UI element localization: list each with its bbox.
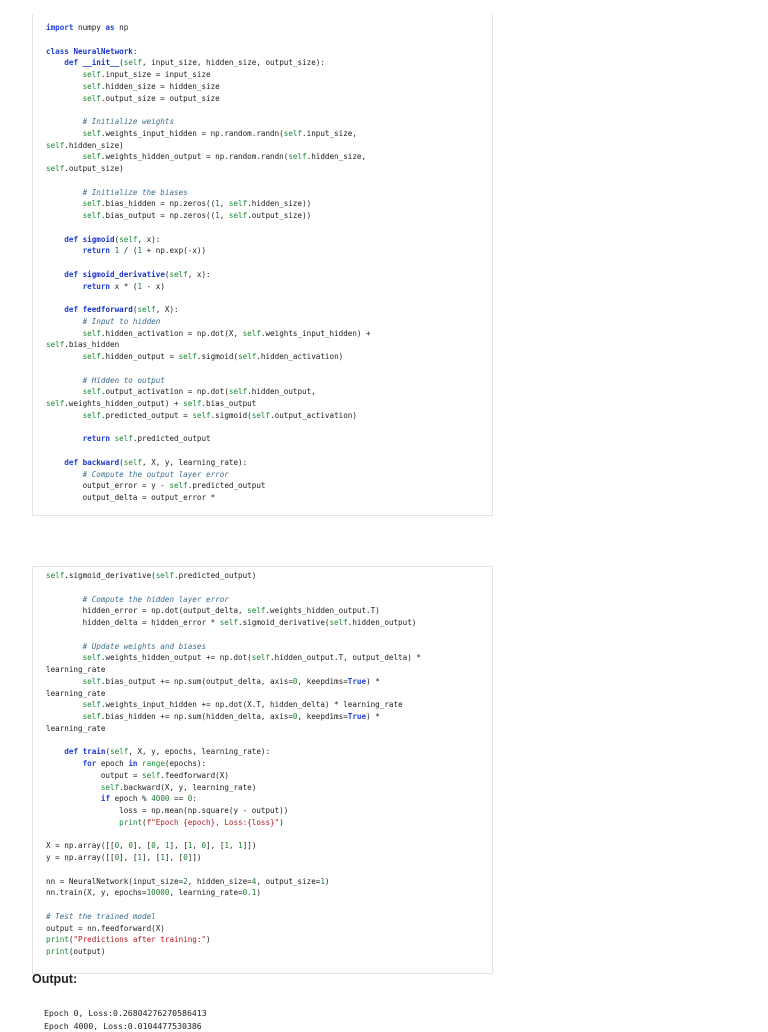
code-line: def backward(self, X, y, learning_rate): (46, 457, 488, 469)
code-line: # Hidden to output (46, 375, 488, 387)
code-line: ​ (46, 175, 488, 187)
code-line: # Test the trained model (46, 911, 488, 923)
code-line: ​ (46, 864, 488, 876)
code-line: self.input_size = input_size (46, 69, 488, 81)
code-line: nn.train(X, y, epochs=10000, learning_ra… (46, 887, 488, 899)
code-line: hidden_delta = hidden_error * self.sigmo… (46, 617, 488, 629)
code-line: self.output_size = output_size (46, 93, 488, 105)
code-line: self.hidden_output = self.sigmoid(self.h… (46, 351, 488, 363)
code-line: self.output_activation = np.dot(self.hid… (46, 386, 488, 398)
code-line: # Input to hidden (46, 316, 488, 328)
code-block-part-1: import numpy as np​class NeuralNetwork: … (32, 14, 493, 516)
code-line: ​ (46, 629, 488, 641)
code-line: output_delta = output_error * (46, 492, 488, 504)
code-line: self.hidden_size) (46, 140, 488, 152)
code-line: ​ (46, 34, 488, 46)
code-line: self.weights_hidden_output = np.random.r… (46, 151, 488, 163)
code-line: import numpy as np (46, 22, 488, 34)
code-line: hidden_error = np.dot(output_delta, self… (46, 605, 488, 617)
code-line: X = np.array([[0, 0], [0, 1], [1, 0], [1… (46, 840, 488, 852)
code-line: self.weights_hidden_output) + self.bias_… (46, 398, 488, 410)
program-output: Epoch 0, Loss:0.26804276270586413Epoch 4… (44, 1007, 207, 1032)
code-line: ​ (46, 222, 488, 234)
code-line: ​ (46, 363, 488, 375)
output-line: Epoch 0, Loss:0.26804276270586413 (44, 1007, 207, 1020)
code-line: y = np.array([[0], [1], [1], [0]]) (46, 852, 488, 864)
code-line: self.output_size) (46, 163, 488, 175)
code-line: learning_rate (46, 723, 488, 735)
code-line: self.hidden_size = hidden_size (46, 81, 488, 93)
code-line: ​ (46, 292, 488, 304)
code-line: ​ (46, 445, 488, 457)
code-line: return 1 / (1 + np.exp(-x)) (46, 245, 488, 257)
code-line: ​ (46, 829, 488, 841)
code-line: self.weights_input_hidden += np.dot(X.T,… (46, 699, 488, 711)
code-line: if epoch % 4000 == 0: (46, 793, 488, 805)
code-line: self.backward(X, y, learning_rate) (46, 782, 488, 794)
code-line: ​ (46, 582, 488, 594)
code-line: learning_rate (46, 664, 488, 676)
code-line: loss = np.mean(np.square(y - output)) (46, 805, 488, 817)
code-line: output = nn.feedforward(X) (46, 923, 488, 935)
code-line: self.bias_hidden += np.sum(hidden_delta,… (46, 711, 488, 723)
code-line: def feedforward(self, X): (46, 304, 488, 316)
code-line: # Update weights and biases (46, 641, 488, 653)
output-line: Epoch 4000, Loss:0.0104477530386 (44, 1020, 207, 1032)
code-line: self.hidden_activation = np.dot(X, self.… (46, 328, 488, 340)
code-line: return x * (1 - x) (46, 281, 488, 293)
code-line: # Compute the hidden layer error (46, 594, 488, 606)
code-line: ​ (46, 422, 488, 434)
code-line: self.bias_output = np.zeros((1, self.out… (46, 210, 488, 222)
code-listing-part-1: import numpy as np​class NeuralNetwork: … (46, 22, 488, 504)
code-line: def sigmoid_derivative(self, x): (46, 269, 488, 281)
code-line: ​ (46, 104, 488, 116)
code-line: # Initialize weights (46, 116, 488, 128)
code-line: self.bias_hidden = np.zeros((1, self.hid… (46, 198, 488, 210)
code-line: self.weights_hidden_output += np.dot(sel… (46, 652, 488, 664)
code-line: return self.predicted_output (46, 433, 488, 445)
code-line: def sigmoid(self, x): (46, 234, 488, 246)
code-line: ​ (46, 257, 488, 269)
code-line: self.weights_input_hidden = np.random.ra… (46, 128, 488, 140)
code-line: for epoch in range(epochs): (46, 758, 488, 770)
code-line: # Compute the output layer error (46, 469, 488, 481)
code-line: self.sigmoid_derivative(self.predicted_o… (46, 570, 488, 582)
code-line: # Initialize the biases (46, 187, 488, 199)
code-line: def __init__(self, input_size, hidden_si… (46, 57, 488, 69)
code-line: output_error = y - self.predicted_output (46, 480, 488, 492)
code-listing-part-2: self.sigmoid_derivative(self.predicted_o… (46, 570, 488, 958)
code-line: self.bias_output += np.sum(output_delta,… (46, 676, 488, 688)
code-line: print(output) (46, 946, 488, 958)
code-line: self.predicted_output = self.sigmoid(sel… (46, 410, 488, 422)
code-line: ​ (46, 735, 488, 747)
code-line: output = self.feedforward(X) (46, 770, 488, 782)
code-line: def train(self, X, y, epochs, learning_r… (46, 746, 488, 758)
code-line: nn = NeuralNetwork(input_size=2, hidden_… (46, 876, 488, 888)
code-block-part-2: self.sigmoid_derivative(self.predicted_o… (32, 566, 493, 974)
code-line: print(f"Epoch {epoch}, Loss:{loss}") (46, 817, 488, 829)
code-line: learning_rate (46, 688, 488, 700)
code-line: print("Predictions after training:") (46, 934, 488, 946)
code-line: ​ (46, 899, 488, 911)
code-line: class NeuralNetwork: (46, 46, 488, 58)
output-heading: Output: (32, 972, 77, 986)
code-line: self.bias_hidden (46, 339, 488, 351)
